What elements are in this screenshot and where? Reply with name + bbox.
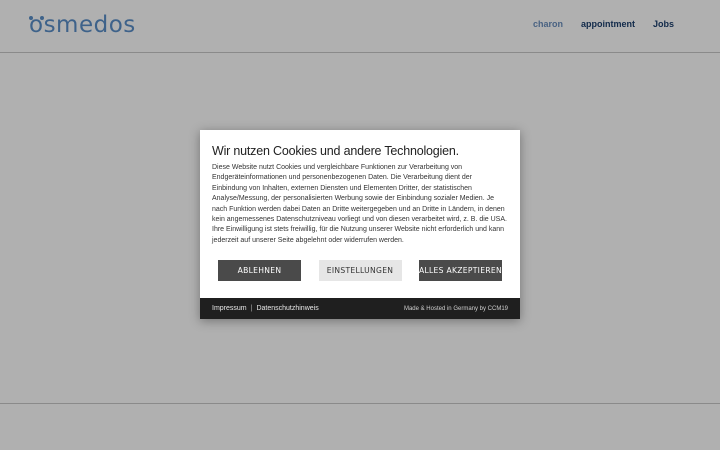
- settings-button[interactable]: EINSTELLUNGEN: [318, 260, 402, 282]
- dialog-description: Diese Website nutzt Cookies und vergleic…: [212, 164, 507, 244]
- cookie-consent-dialog: Wir nutzen Cookies und andere Technologi…: [200, 130, 520, 319]
- footer-separator: |: [250, 305, 253, 312]
- dialog-footer: Impressum | Datenschutzhinweis Made & Ho…: [200, 298, 520, 319]
- accept-all-button[interactable]: ALLES AKZEPTIEREN: [419, 260, 502, 282]
- dialog-button-row: ABLEHNEN EINSTELLUNGEN ALLES AKZEPTIEREN: [200, 246, 520, 282]
- privacy-link[interactable]: Datenschutzhinweis: [256, 305, 318, 312]
- reject-button[interactable]: ABLEHNEN: [218, 260, 301, 282]
- dialog-title: Wir nutzen Cookies und andere Technologi…: [212, 144, 459, 158]
- footer-links: Impressum | Datenschutzhinweis: [212, 305, 319, 312]
- hosting-credit[interactable]: Made & Hosted in Germany by CCM19: [404, 306, 508, 312]
- dialog-body: Wir nutzen Cookies und andere Technologi…: [200, 130, 520, 246]
- imprint-link[interactable]: Impressum: [212, 305, 247, 312]
